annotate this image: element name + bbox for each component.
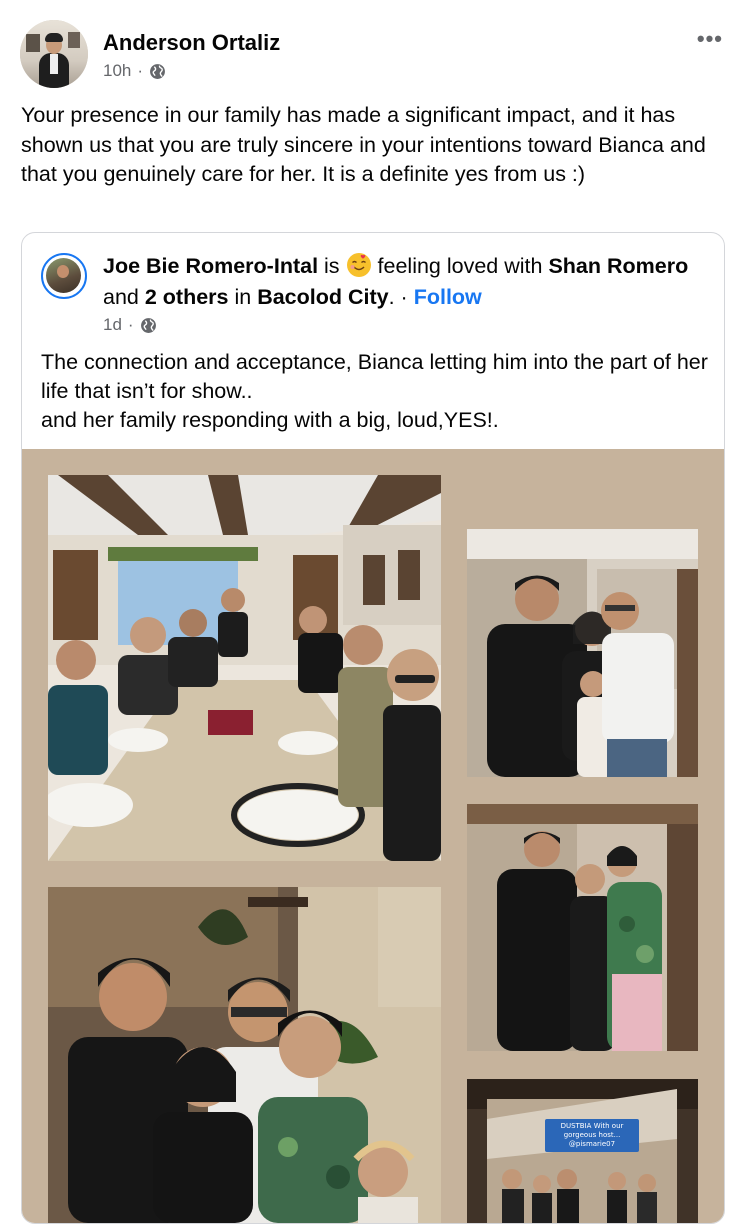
shared-post-header: Joe Bie Romero-Intal is feeling loved wi… bbox=[103, 251, 703, 313]
author-name[interactable]: Anderson Ortaliz bbox=[103, 30, 280, 56]
author-avatar[interactable] bbox=[20, 20, 88, 88]
photo-collage[interactable]: DUSTBIA With our gorgeous host... @pisma… bbox=[22, 449, 724, 1223]
photo-story-screenshot[interactable]: DUSTBIA With our gorgeous host... @pisma… bbox=[467, 1079, 698, 1223]
globe-icon bbox=[150, 63, 165, 79]
tagged-others[interactable]: 2 others bbox=[145, 285, 229, 309]
photo-dining-table[interactable] bbox=[48, 475, 441, 861]
tagged-person[interactable]: Shan Romero bbox=[548, 254, 688, 278]
location-link[interactable]: Bacolod City bbox=[257, 285, 388, 309]
facebook-post: Anderson Ortaliz 10h · ••• Your presence… bbox=[0, 0, 745, 1224]
dining-scene bbox=[48, 475, 441, 861]
shared-post-meta: 1d · bbox=[103, 315, 157, 335]
shared-author-avatar[interactable] bbox=[41, 253, 87, 299]
shared-post-card[interactable]: Joe Bie Romero-Intal is feeling loved wi… bbox=[21, 232, 725, 1224]
meta-separator: · bbox=[137, 61, 144, 80]
shared-text-line-1: The connection and acceptance, Bianca le… bbox=[41, 350, 708, 403]
feeling-text: feeling loved with bbox=[377, 254, 543, 278]
feeling-loved-emoji bbox=[346, 253, 371, 277]
more-options-icon[interactable]: ••• bbox=[697, 26, 723, 52]
trio-scene-1 bbox=[467, 529, 698, 777]
in-word: in bbox=[234, 285, 252, 309]
shared-author-name[interactable]: Joe Bie Romero-Intal bbox=[103, 254, 318, 278]
globe-icon bbox=[140, 317, 156, 333]
story-caption: DUSTBIA With our gorgeous host... @pisma… bbox=[545, 1119, 639, 1152]
post-text: Your presence in our family has made a s… bbox=[21, 103, 706, 186]
shared-meta-separator: · bbox=[127, 315, 134, 334]
shared-post-text: The connection and acceptance, Bianca le… bbox=[41, 348, 711, 435]
photo-group[interactable] bbox=[48, 887, 441, 1223]
follow-button[interactable]: Follow bbox=[414, 285, 482, 309]
post-meta: 10h · bbox=[103, 61, 166, 81]
is-word: is bbox=[324, 254, 340, 278]
group-scene bbox=[48, 887, 441, 1223]
trio-scene-2 bbox=[467, 804, 698, 1051]
and-word: and bbox=[103, 285, 139, 309]
post-time[interactable]: 10h bbox=[103, 61, 131, 81]
dot-separator: . · bbox=[388, 285, 408, 309]
shared-post-time[interactable]: 1d bbox=[103, 315, 122, 335]
shared-text-line-2: and her family responding with a big, lo… bbox=[41, 408, 499, 432]
photo-trio-1[interactable] bbox=[467, 529, 698, 777]
photo-trio-2[interactable] bbox=[467, 804, 698, 1051]
